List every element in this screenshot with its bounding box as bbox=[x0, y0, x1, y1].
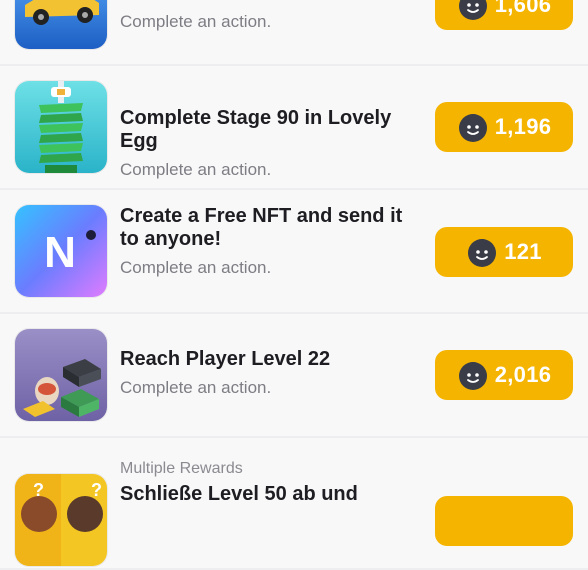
offer-title: Create a Free NFT and send it to anyone! bbox=[120, 205, 403, 250]
offer-title: Reach Player Level 22 bbox=[120, 348, 331, 370]
offer-subtitle: Complete an action. bbox=[120, 160, 272, 179]
offer-title: Schließe Level 50 ab und bbox=[120, 483, 358, 505]
offer-text: Create a Free NFT and send it to anyone!… bbox=[120, 205, 420, 279]
game-thumbnail-car bbox=[15, 0, 107, 49]
offer-text: Complete Stage 90 in Lovely Egg Complete… bbox=[120, 107, 420, 181]
nft-logo-letter: N bbox=[44, 228, 76, 277]
svg-text:?: ? bbox=[91, 480, 102, 500]
reward-button[interactable]: 1,606 bbox=[435, 0, 573, 30]
offer-category: Multiple Rewards bbox=[120, 460, 243, 477]
reward-amount: 2,016 bbox=[494, 362, 552, 387]
offer-row[interactable]: Complete an action. 1,606 bbox=[0, 0, 588, 64]
tower-stack-icon bbox=[15, 81, 107, 173]
smiley-coin-icon bbox=[458, 0, 487, 20]
offer-subtitle: Complete an action. bbox=[120, 12, 272, 31]
reward-amount: 121 bbox=[504, 239, 542, 264]
offer-row[interactable]: Complete Stage 90 in Lovely Egg Complete… bbox=[0, 66, 588, 188]
smiley-coin-icon bbox=[458, 114, 487, 142]
game-thumbnail-puzzle: ? ? bbox=[15, 474, 107, 566]
car-icon bbox=[15, 0, 107, 49]
offer-text: Complete an action. bbox=[120, 5, 420, 33]
reward-amount: 1,196 bbox=[494, 114, 552, 139]
nft-logo-icon: N bbox=[15, 205, 107, 297]
app-thumbnail-nft: N bbox=[15, 205, 107, 297]
reward-button[interactable]: 121 bbox=[435, 227, 573, 277]
smiley-coin-icon bbox=[458, 362, 487, 390]
offer-subtitle: Complete an action. bbox=[120, 378, 272, 397]
game-thumbnail-lovely-egg bbox=[15, 81, 107, 173]
offer-text: Multiple Rewards Schließe Level 50 ab un… bbox=[120, 459, 420, 506]
offer-row[interactable]: N Create a Free NFT and send it to anyon… bbox=[0, 190, 588, 312]
reward-button[interactable]: 1,196 bbox=[435, 102, 573, 152]
block-stack-icon bbox=[15, 329, 107, 421]
offer-text: Reach Player Level 22 Complete an action… bbox=[120, 348, 420, 399]
smiley-coin-icon bbox=[468, 239, 497, 267]
reward-amount: 1,606 bbox=[494, 0, 552, 17]
reward-button[interactable]: 2,016 bbox=[435, 350, 573, 400]
offer-row[interactable]: Reach Player Level 22 Complete an action… bbox=[0, 314, 588, 436]
svg-text:?: ? bbox=[33, 480, 44, 500]
offer-title: Complete Stage 90 in Lovely Egg bbox=[120, 107, 392, 152]
reward-button[interactable] bbox=[435, 496, 573, 546]
puzzle-game-icon: ? ? bbox=[15, 474, 107, 566]
game-thumbnail-blocks bbox=[15, 329, 107, 421]
offer-subtitle: Complete an action. bbox=[120, 258, 272, 277]
offer-list: Complete an action. 1,606 Complete Stage… bbox=[0, 0, 588, 570]
offer-row[interactable]: ? ? Multiple Rewards Schließe Level 50 a… bbox=[0, 438, 588, 568]
